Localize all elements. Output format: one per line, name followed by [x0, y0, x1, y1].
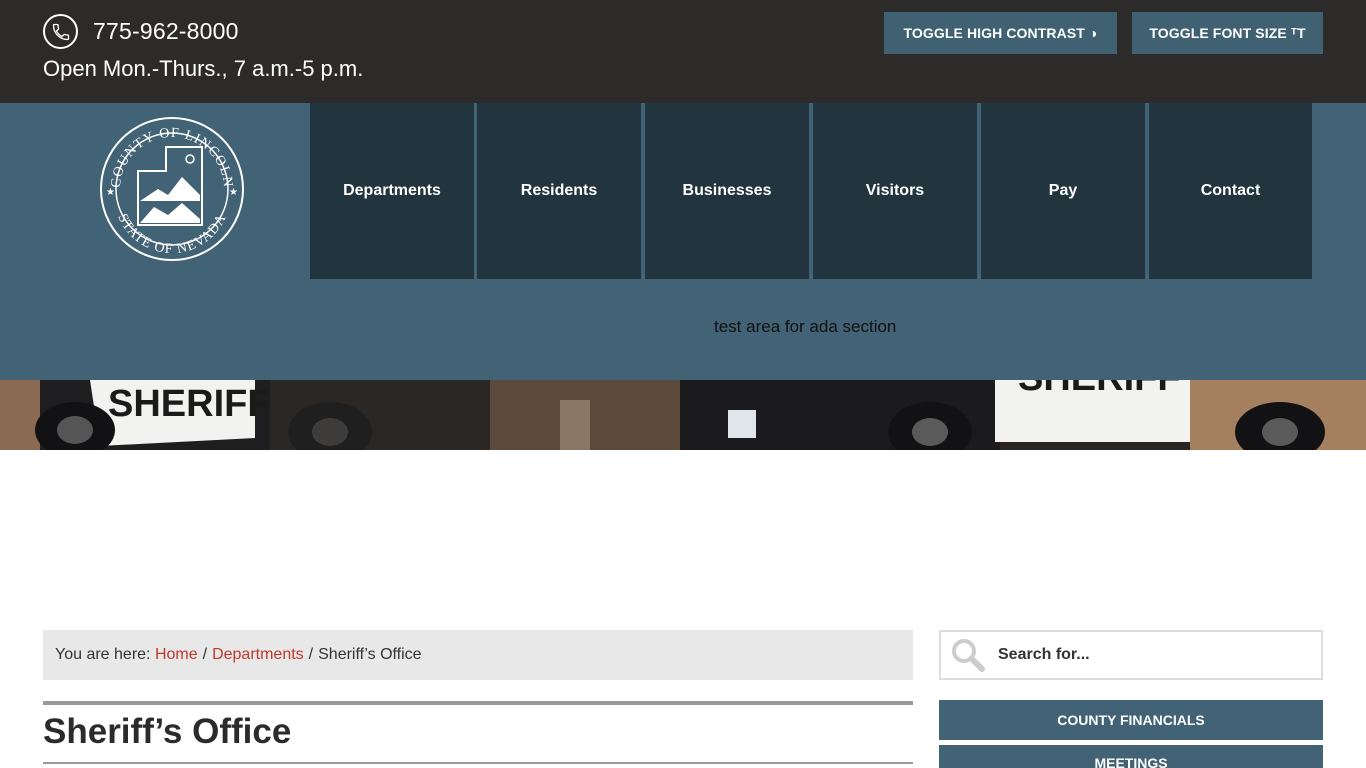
contrast-icon: ◑ — [1088, 25, 1098, 41]
meetings-label: MEETINGS — [1094, 755, 1168, 768]
title-divider-top — [43, 701, 913, 705]
font-size-icon: ᵀT — [1290, 25, 1306, 41]
breadcrumb: You are here: Home / Departments / Sheriff’s… — [43, 630, 913, 680]
meetings-button[interactable]: MEETINGS — [939, 745, 1323, 768]
nav-label: Residents — [520, 182, 598, 199]
top-bar: 775-962-8000 Open Mon.-Thurs., 7 a.m.-5 … — [0, 0, 1366, 103]
nav-visitors[interactable]: Visitors — [813, 103, 977, 279]
sheriff-vehicles-banner: SHERIFF SHERIFF — [0, 380, 1366, 450]
office-hours: Open Mon.-Thurs., 7 a.m.-5 p.m. — [43, 56, 364, 81]
county-financials-label: COUNTY FINANCIALS — [1057, 712, 1205, 728]
logo-top-text: COUNTY OF LINCOLN — [109, 126, 234, 189]
breadcrumb-prefix: You are here: — [55, 646, 151, 663]
banner-sheriff-text-right: SHERIFF — [1018, 380, 1181, 399]
breadcrumb-home-link[interactable]: Home — [155, 646, 198, 664]
banner-sheriff-text-left: SHERIFF — [108, 383, 271, 425]
phone-icon — [43, 14, 78, 49]
breadcrumb-current: Sheriff’s Office — [318, 646, 422, 663]
nav-contact[interactable]: Contact — [1149, 103, 1312, 279]
toggle-high-contrast-label: TOGGLE HIGH CONTRAST — [903, 25, 1085, 41]
breadcrumb-separator: / — [202, 646, 208, 663]
nav-residents[interactable]: Residents — [477, 103, 641, 279]
svg-text:★: ★ — [229, 187, 238, 198]
nav-label: Businesses — [682, 182, 772, 199]
search-input[interactable]: Search for... — [939, 630, 1323, 680]
toggle-font-size-button[interactable]: TOGGLE FONT SIZE ᵀT — [1132, 12, 1323, 54]
toggle-font-size-label: TOGGLE FONT SIZE — [1149, 25, 1287, 41]
title-divider-bottom — [43, 762, 913, 764]
page-title: Sheriff’s Office — [43, 712, 292, 751]
nav-label: Departments — [343, 182, 441, 199]
nav-label: Contact — [1200, 182, 1261, 199]
county-seal-logo[interactable]: COUNTY OF LINCOLN STATE OF NEVADA ★ ★ — [98, 115, 246, 263]
phone-number[interactable]: 775-962-8000 — [93, 18, 239, 45]
toggle-high-contrast-button[interactable]: TOGGLE HIGH CONTRAST ◑ — [884, 12, 1117, 54]
breadcrumb-separator: / — [308, 646, 314, 663]
svg-text:COUNTY OF LINCOLN: COUNTY OF LINCOLN — [109, 126, 235, 189]
nav-businesses[interactable]: Businesses — [645, 103, 809, 279]
site-header: COUNTY OF LINCOLN STATE OF NEVADA ★ ★ De… — [0, 103, 1366, 380]
phone-row[interactable]: 775-962-8000 — [43, 14, 239, 49]
nav-departments[interactable]: Departments — [310, 103, 474, 279]
svg-text:★: ★ — [106, 187, 115, 198]
nav-label: Pay — [1048, 182, 1078, 199]
ada-section-text: test area for ada section — [714, 317, 897, 336]
nav-pay[interactable]: Pay — [981, 103, 1145, 279]
breadcrumb-departments-link[interactable]: Departments — [212, 646, 304, 664]
search-icon — [951, 638, 985, 672]
search-placeholder: Search for... — [998, 646, 1090, 663]
county-financials-button[interactable]: COUNTY FINANCIALS — [939, 700, 1323, 740]
nav-label: Visitors — [865, 182, 925, 199]
